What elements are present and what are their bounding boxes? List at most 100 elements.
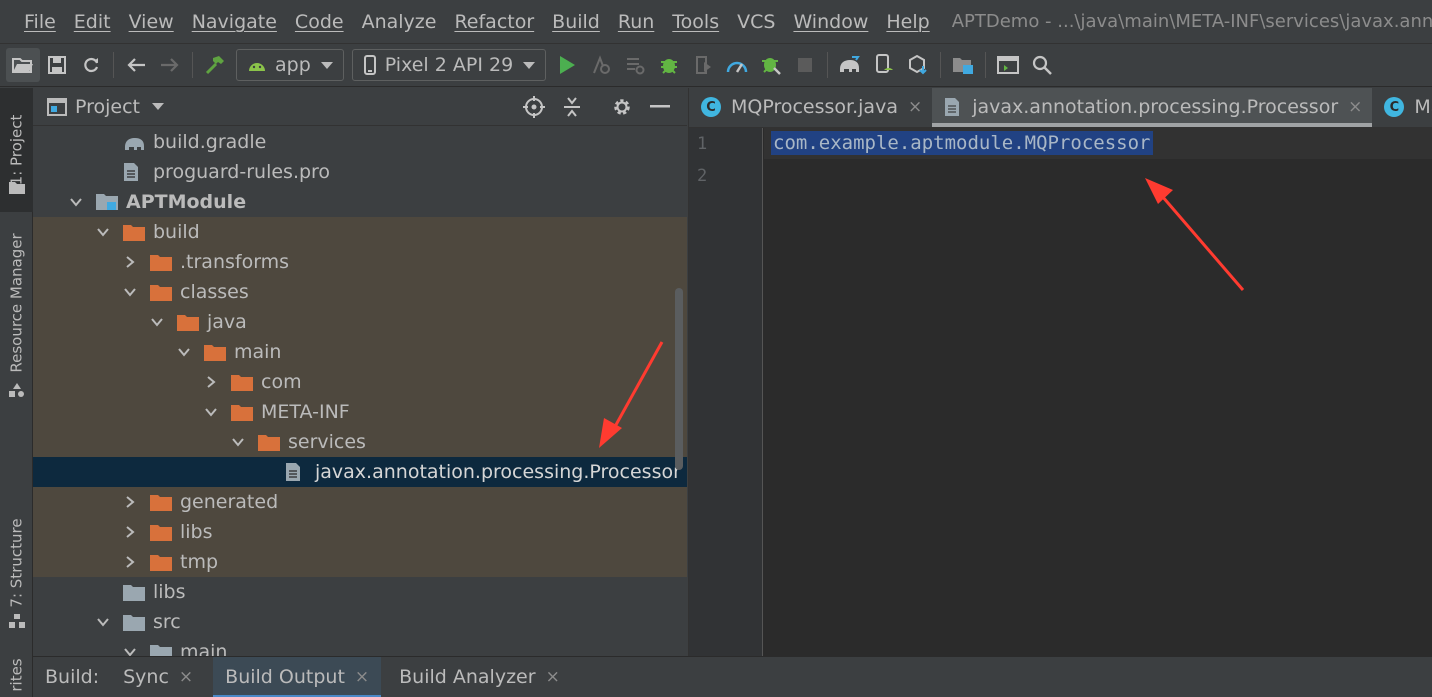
tab-sync[interactable]: Sync × (111, 657, 205, 697)
chevron-right-icon[interactable] (123, 525, 137, 539)
menu-window[interactable]: Window (793, 11, 868, 33)
tab-build-output-label: Build Output (225, 666, 345, 688)
project-structure-icon (953, 58, 974, 74)
code-content[interactable]: com.example.aptmodule.MQProcessor (771, 131, 1153, 155)
menu-file[interactable]: File (24, 11, 56, 33)
menu-navigate[interactable]: Navigate (192, 11, 277, 33)
chevron-down-icon[interactable] (123, 645, 137, 656)
sdk-manager-button[interactable] (901, 48, 935, 82)
gradle-sync-button[interactable] (833, 48, 867, 82)
tree-row[interactable]: src (33, 607, 687, 637)
tree-row[interactable]: generated (33, 487, 687, 517)
run-config-select[interactable]: app (236, 49, 344, 81)
tree-row[interactable]: tmp (33, 547, 687, 577)
project-structure-button[interactable] (946, 48, 980, 82)
tree-row[interactable]: services (33, 427, 687, 457)
tab-structure[interactable]: 7: Structure (0, 508, 33, 618)
tree-row[interactable]: APTModule (33, 187, 687, 217)
line-gutter: 1 2 (689, 128, 763, 656)
profiler-button[interactable] (720, 48, 754, 82)
locate-file-button[interactable] (515, 94, 553, 120)
tree-row[interactable]: main (33, 337, 687, 367)
tab-build-output[interactable]: Build Output × (213, 656, 382, 697)
menu-edit[interactable]: Edit (74, 11, 111, 33)
chevron-down-icon[interactable] (204, 405, 218, 419)
collapse-all-button[interactable] (553, 94, 591, 120)
menu-help[interactable]: Help (886, 11, 929, 33)
back-button[interactable] (119, 48, 153, 82)
profile-button[interactable] (686, 48, 720, 82)
tree-row[interactable]: build.gradle (33, 127, 687, 157)
device-select[interactable]: Pixel 2 API 29 (351, 49, 547, 81)
menu-tools[interactable]: Tools (672, 11, 719, 33)
editor-tab[interactable]: javax.annotation.processing.Processor × (932, 88, 1373, 127)
chevron-down-icon[interactable] (123, 285, 137, 299)
toolbar-separator (113, 52, 114, 78)
chevron-down-icon[interactable] (96, 225, 110, 239)
sync-button[interactable] (74, 48, 108, 82)
menu-build[interactable]: Build (552, 11, 600, 33)
tree-row[interactable]: proguard-rules.pro (33, 157, 687, 187)
editor-tab[interactable]: C MainAct (1372, 88, 1432, 127)
open-folder-button[interactable] (6, 48, 40, 82)
tree-row[interactable]: META-INF (33, 397, 687, 427)
menu-vcs[interactable]: VCS (737, 11, 775, 33)
editor-tab[interactable]: C MQProcessor.java × (689, 88, 932, 127)
tree-row[interactable]: classes (33, 277, 687, 307)
attach-debugger-button[interactable] (754, 48, 788, 82)
close-icon[interactable]: × (355, 667, 369, 687)
chevron-down-icon[interactable] (96, 615, 110, 629)
menu-refactor[interactable]: Refactor (454, 11, 534, 33)
close-icon[interactable]: × (908, 97, 922, 117)
avd-manager-button[interactable] (867, 48, 901, 82)
menu-run[interactable]: Run (618, 11, 654, 33)
tab-favorites[interactable]: rites (0, 653, 33, 697)
attach-debugger-icon (762, 58, 782, 75)
make-project-button[interactable] (198, 48, 232, 82)
menu-analyze[interactable]: Analyze (362, 11, 437, 33)
tree-scrollbar[interactable] (675, 288, 683, 470)
tree-row[interactable]: .transforms (33, 247, 687, 277)
hide-panel-button[interactable] (641, 94, 679, 120)
phone-icon (363, 55, 376, 75)
crosshair-icon (523, 96, 545, 118)
tree-row[interactable]: java (33, 307, 687, 337)
menu-view[interactable]: View (129, 11, 174, 33)
structure-icon (9, 614, 25, 628)
forward-button[interactable] (153, 48, 187, 82)
tree-row[interactable]: main (33, 637, 687, 656)
apply-code-changes-button[interactable] (618, 48, 652, 82)
tree-row[interactable]: libs (33, 577, 687, 607)
settings-button[interactable] (603, 94, 641, 120)
folder-icon (9, 182, 25, 194)
run-button[interactable] (550, 48, 584, 82)
layout-inspector-button[interactable] (991, 48, 1025, 82)
tree-row[interactable]: build (33, 217, 687, 247)
tree-row[interactable]: javax.annotation.processing.Processor (33, 457, 687, 487)
chevron-down-icon[interactable] (177, 345, 191, 359)
close-icon[interactable]: × (546, 667, 560, 687)
tree-row[interactable]: com (33, 367, 687, 397)
chevron-right-icon[interactable] (123, 255, 137, 269)
tab-resource-manager[interactable]: Resource Manager (0, 218, 33, 388)
tab-build-analyzer[interactable]: Build Analyzer × (387, 657, 572, 697)
folder-icon (231, 402, 255, 422)
search-everywhere-button[interactable] (1025, 48, 1059, 82)
chevron-down-icon[interactable] (231, 435, 245, 449)
chevron-right-icon[interactable] (123, 495, 137, 509)
apply-changes-button[interactable] (584, 48, 618, 82)
close-icon[interactable]: × (1348, 97, 1362, 117)
selected-code-text[interactable]: com.example.aptmodule.MQProcessor (771, 131, 1153, 155)
chevron-down-icon[interactable] (152, 103, 165, 110)
menu-code[interactable]: Code (295, 11, 344, 33)
chevron-right-icon[interactable] (123, 555, 137, 569)
save-all-button[interactable] (40, 48, 74, 82)
close-icon[interactable]: × (179, 667, 193, 687)
project-view-title[interactable]: Project (75, 96, 140, 118)
debug-button[interactable] (652, 48, 686, 82)
chevron-right-icon[interactable] (204, 375, 218, 389)
chevron-down-icon[interactable] (69, 195, 83, 209)
stop-button[interactable] (788, 48, 822, 82)
tree-row[interactable]: libs (33, 517, 687, 547)
chevron-down-icon[interactable] (150, 315, 164, 329)
